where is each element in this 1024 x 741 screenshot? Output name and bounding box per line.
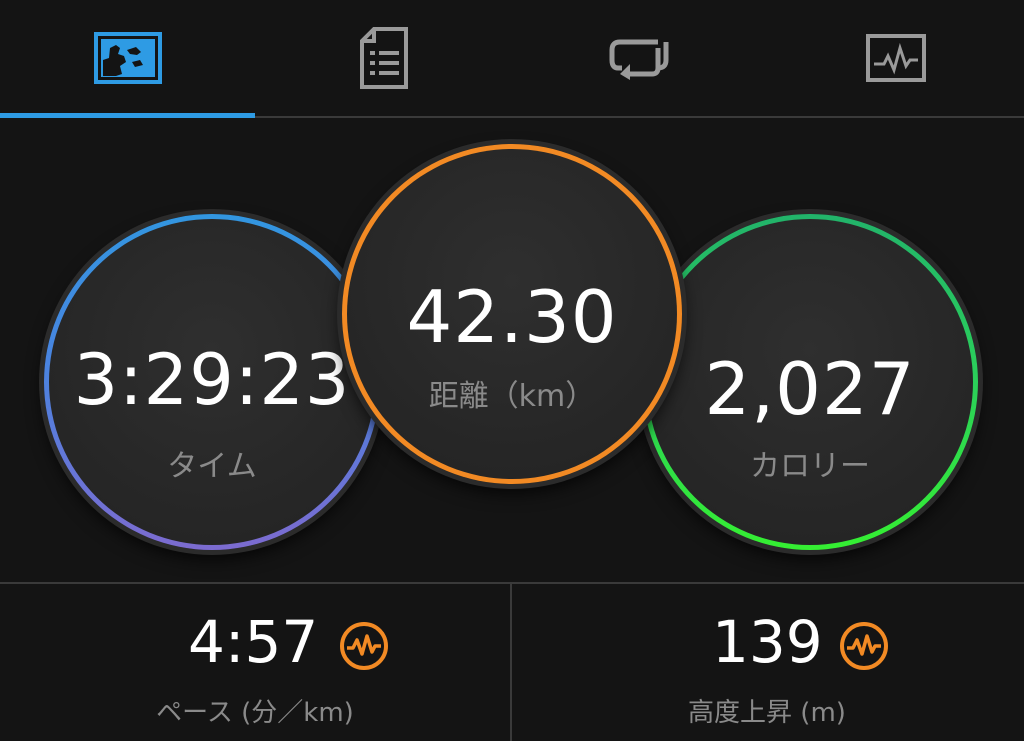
elevation-stat: 139 高度上昇 (m) xyxy=(512,584,1022,741)
pulse-chart-icon[interactable] xyxy=(838,620,890,672)
calories-ring: 2,027 カロリー xyxy=(642,214,978,550)
pulse-chart-icon[interactable] xyxy=(338,620,390,672)
elevation-value: 139 xyxy=(712,608,823,676)
activity-map-icon xyxy=(94,32,162,84)
pace-value: 4:57 xyxy=(188,608,319,676)
time-value: 3:29:23 xyxy=(73,339,351,421)
distance-label: 距離（km） xyxy=(428,379,596,414)
document-list-icon xyxy=(360,27,408,89)
time-ring: 3:29:23 タイム xyxy=(44,214,380,550)
laps-loop-icon xyxy=(609,39,669,80)
tab-charts[interactable] xyxy=(768,0,1024,116)
active-tab-indicator xyxy=(0,113,255,118)
tab-details[interactable] xyxy=(256,0,512,116)
time-label: タイム xyxy=(167,449,257,484)
distance-circle: 42.30 距離（km） xyxy=(342,144,682,484)
chart-graph-icon xyxy=(866,34,926,82)
activity-summary-screen: 3:29:23 タイム 2,027 カロリー 42.30 距離（km） 4:57 xyxy=(0,0,1024,741)
distance-ring: 42.30 距離（km） xyxy=(342,144,682,484)
calories-label: カロリー xyxy=(750,449,870,484)
calories-value: 2,027 xyxy=(704,347,916,431)
tab-laps[interactable] xyxy=(512,0,768,116)
tab-bar xyxy=(0,0,1024,118)
distance-value: 42.30 xyxy=(406,275,618,359)
tab-overview[interactable] xyxy=(0,0,256,116)
calories-circle: 2,027 カロリー xyxy=(642,214,978,550)
pace-label: ペース (分／km) xyxy=(156,698,354,728)
time-circle: 3:29:23 タイム xyxy=(44,214,380,550)
pace-stat: 4:57 ペース (分／km) xyxy=(0,584,510,741)
elevation-label: 高度上昇 (m) xyxy=(688,698,846,728)
